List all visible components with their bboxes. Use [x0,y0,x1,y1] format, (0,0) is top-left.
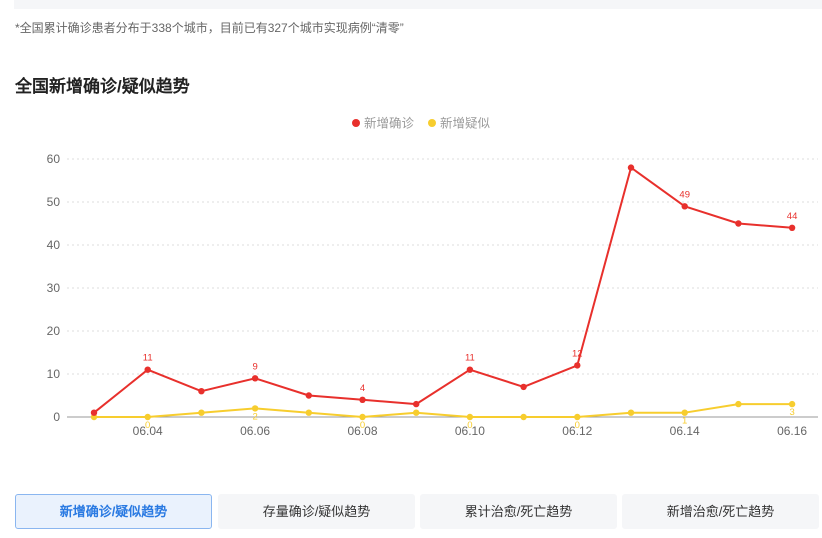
data-label: 1 [682,416,687,427]
y-tick-label: 30 [47,281,61,295]
data-label: 49 [679,189,690,200]
chart-tabs: 新增确诊/疑似趋势 存量确诊/疑似趋势 累计治愈/死亡趋势 新增治愈/死亡趋势 [15,494,819,529]
data-point [90,409,98,416]
data-label: 0 [467,420,472,431]
data-point [627,164,635,171]
series-line [94,403,793,418]
data-point [413,409,420,416]
data-point [788,224,796,231]
data-point [520,413,527,421]
y-tick-label: 60 [47,152,61,166]
series-line [93,166,793,414]
data-point [574,362,581,369]
data-label: 11 [143,353,153,364]
data-label: 0 [145,420,150,431]
data-point [359,396,366,403]
tab-cumulative-cured-deaths[interactable]: 累计治愈/死亡趋势 [420,494,617,529]
legend-label: 新增确诊 [364,116,415,131]
x-tick-label: 06.16 [777,424,807,438]
data-point [466,366,474,373]
top-card-strip [14,0,822,9]
data-label: 12 [572,348,583,359]
data-point [735,220,742,227]
data-point [198,409,205,416]
data-label: 0 [360,420,365,431]
data-label: 4 [360,383,365,394]
section-title: 全国新增确诊/疑似趋势 [15,77,190,96]
data-point [413,400,420,408]
legend-label: 新增疑似 [440,116,491,131]
data-label: 3 [789,407,794,418]
legend-marker [352,119,360,127]
y-tick-label: 20 [47,324,61,338]
tab-new-cured-deaths[interactable]: 新增治愈/死亡趋势 [622,494,819,529]
tab-existing-confirmed-suspected[interactable]: 存量确诊/疑似趋势 [218,494,415,529]
data-point [681,203,688,210]
data-point [144,366,151,373]
city-distribution-note: *全国累计确诊患者分布于338个城市，目前已有327个城市实现病例“清零” [15,21,404,35]
data-point [198,388,205,395]
data-point [305,392,312,399]
data-point [627,409,635,416]
y-tick-label: 10 [47,367,61,381]
tab-new-confirmed-suspected[interactable]: 新增确诊/疑似趋势 [15,494,212,529]
data-point [305,409,312,416]
data-point [520,383,527,391]
data-label: 44 [787,211,798,222]
legend-marker [428,119,436,127]
y-tick-label: 40 [47,238,61,252]
y-tick-label: 50 [47,195,61,209]
data-label: 11 [465,353,475,364]
data-label: 2 [252,411,257,422]
data-label: 0 [575,420,580,431]
trend-line-chart: 010203040506006.04 06.06 06.08 06.10 06.12 06… [47,116,818,438]
y-tick-label: 0 [53,410,60,424]
x-tick-label: 06.06 [240,424,270,438]
data-point [735,400,742,408]
data-point [251,375,259,382]
data-label: 9 [252,361,257,372]
